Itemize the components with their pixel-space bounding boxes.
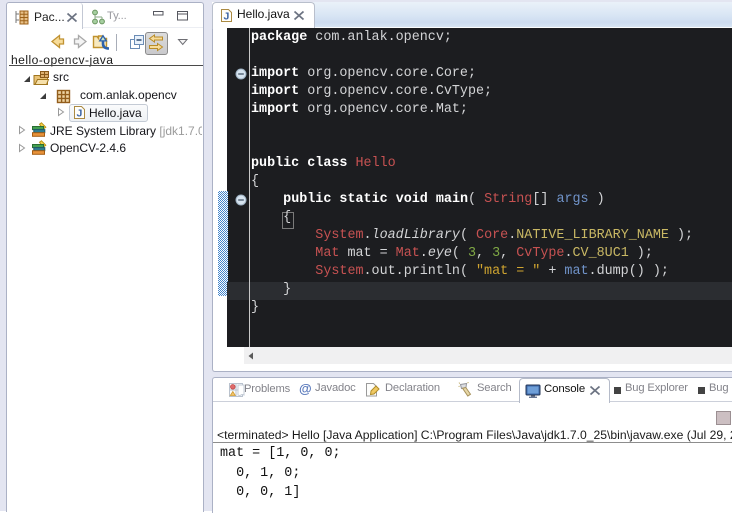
svg-text:J: J [77,108,83,120]
svg-text:J: J [224,11,230,23]
